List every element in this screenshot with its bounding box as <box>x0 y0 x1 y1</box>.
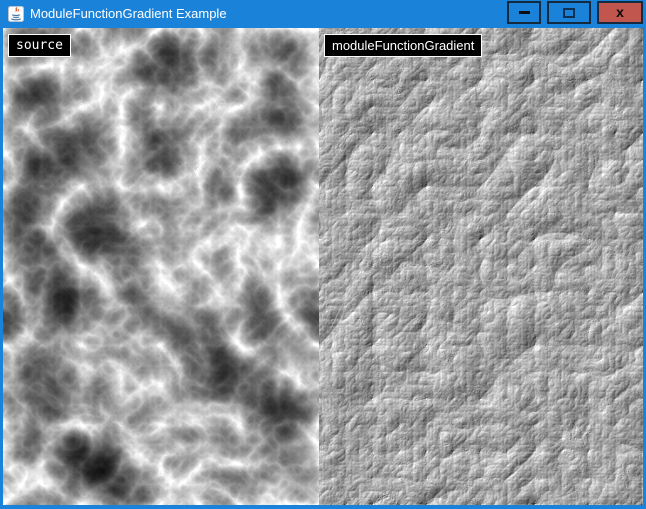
maximize-button[interactable] <box>547 1 591 24</box>
close-button[interactable]: x <box>597 1 643 24</box>
java-coffee-cup-icon <box>8 6 24 22</box>
gradient-label: moduleFunctionGradient <box>324 34 482 57</box>
maximize-icon <box>563 8 575 18</box>
close-icon: x <box>616 5 624 19</box>
minimize-icon <box>519 11 530 14</box>
source-label: source <box>8 34 71 57</box>
minimize-button[interactable] <box>507 1 541 24</box>
window-title: ModuleFunctionGradient Example <box>30 0 227 28</box>
source-noise-image <box>3 28 319 505</box>
source-image-panel: source <box>3 28 319 505</box>
titlebar[interactable]: ModuleFunctionGradient Example x <box>0 0 646 28</box>
app-window: ModuleFunctionGradient Example x <box>0 0 646 509</box>
gradient-image-panel: moduleFunctionGradient <box>319 28 643 505</box>
window-content: source <box>0 28 646 509</box>
window-controls: x <box>507 1 643 24</box>
gradient-noise-image <box>319 28 643 505</box>
